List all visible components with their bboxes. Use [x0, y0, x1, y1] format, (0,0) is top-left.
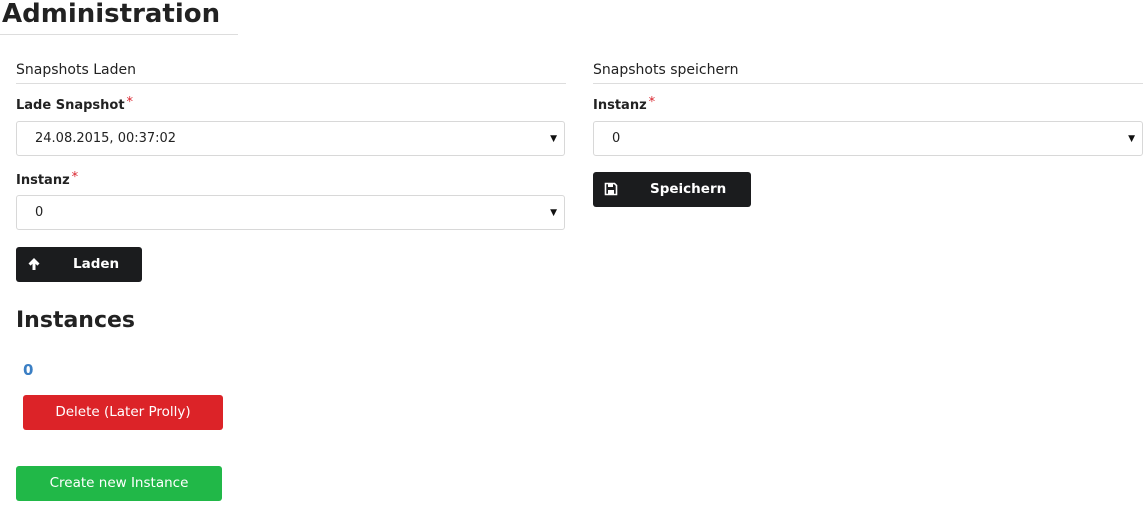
floppy-disk-icon: [604, 182, 618, 196]
caret-down-icon: ▼: [550, 208, 557, 218]
load-instance-select[interactable]: 0 ▼: [16, 195, 565, 230]
load-instance-field-label: Instanz *: [16, 170, 79, 189]
save-button[interactable]: Speichern: [593, 172, 751, 207]
instance-link[interactable]: 0: [23, 361, 33, 379]
save-button-label: Speichern: [650, 181, 727, 197]
caret-down-icon: ▼: [550, 134, 557, 144]
create-instance-button-label: Create new Instance: [49, 475, 189, 491]
required-marker: *: [648, 95, 656, 110]
load-instance-label-text: Instanz: [16, 173, 70, 188]
save-instance-select-value: 0: [612, 131, 621, 146]
create-instance-button[interactable]: Create new Instance: [16, 466, 222, 501]
delete-instance-button[interactable]: Delete (Later Prolly): [23, 395, 223, 430]
delete-instance-button-label: Delete (Later Prolly): [55, 404, 191, 420]
save-section-heading: Snapshots speichern: [593, 62, 739, 78]
snapshot-label-text: Lade Snapshot: [16, 98, 125, 113]
load-section-heading: Snapshots Laden: [16, 62, 136, 78]
load-instance-select-value: 0: [35, 205, 44, 220]
load-button[interactable]: Laden: [16, 247, 142, 282]
instances-heading: Instances: [16, 308, 136, 333]
save-instance-label-text: Instanz: [593, 98, 647, 113]
required-marker: *: [126, 95, 134, 110]
page-title: Administration: [2, 0, 221, 29]
arrow-up-icon: [28, 258, 40, 270]
title-divider: [0, 34, 238, 35]
snapshot-select[interactable]: 24.08.2015, 00:37:02 ▼: [16, 121, 565, 156]
save-section-divider: [593, 83, 1143, 84]
save-instance-field-label: Instanz *: [593, 95, 656, 114]
caret-down-icon: ▼: [1128, 134, 1135, 144]
required-marker: *: [71, 170, 79, 185]
snapshot-field-label: Lade Snapshot *: [16, 95, 134, 114]
save-instance-select[interactable]: 0 ▼: [593, 121, 1143, 156]
load-section-divider: [16, 83, 566, 84]
snapshot-select-value: 24.08.2015, 00:37:02: [35, 131, 177, 146]
load-button-label: Laden: [73, 256, 120, 272]
